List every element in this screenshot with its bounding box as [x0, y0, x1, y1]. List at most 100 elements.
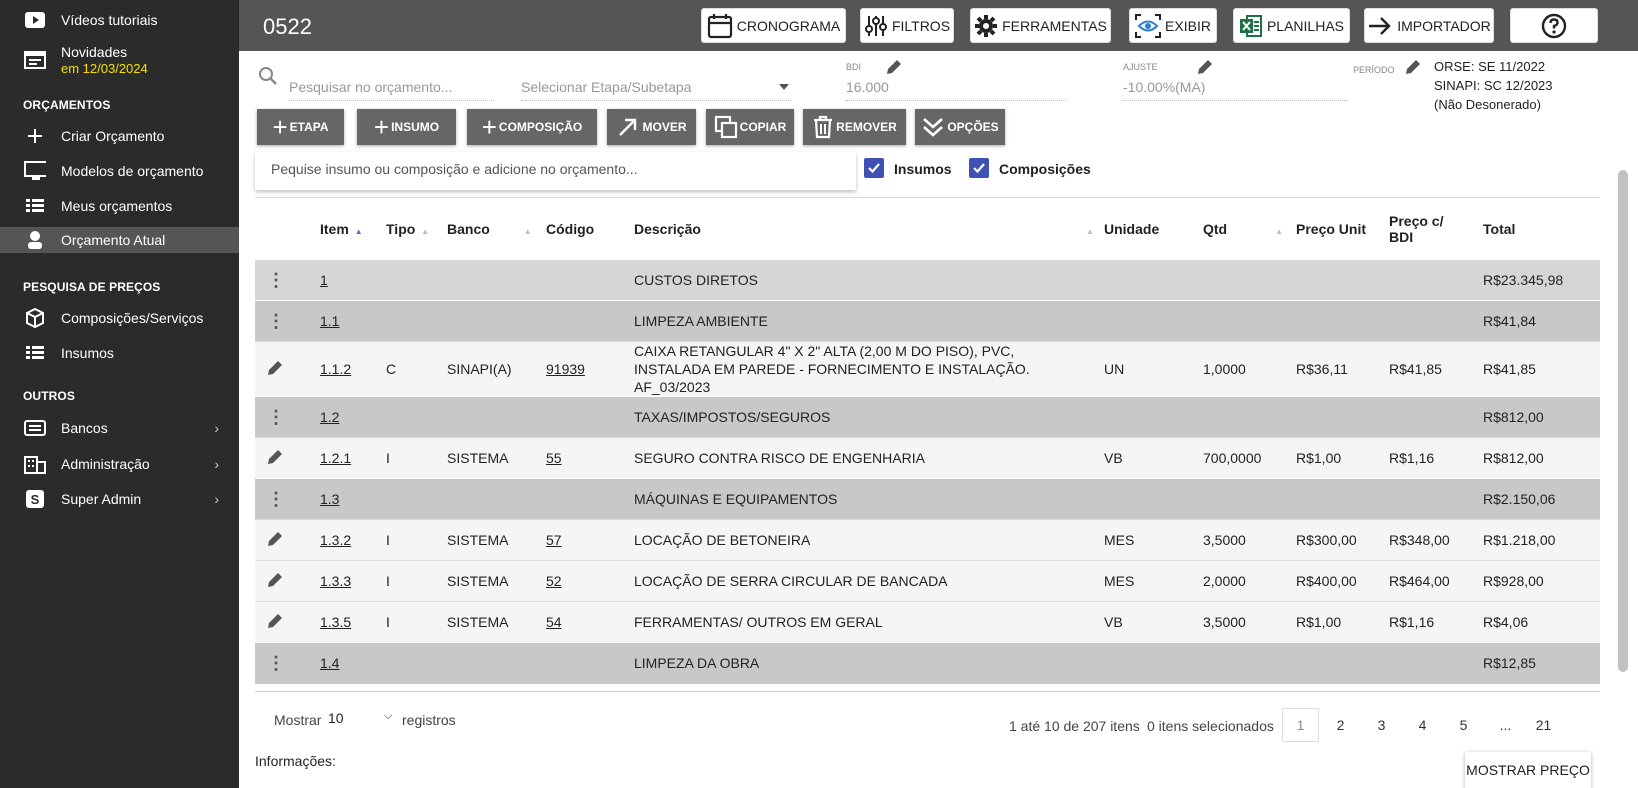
cell-act[interactable]: ⋮ [255, 478, 320, 520]
cell-text[interactable]: 1.1.2 [320, 361, 351, 377]
page-button[interactable]: 1 [1282, 708, 1319, 742]
cell-act[interactable] [255, 560, 320, 602]
page-button[interactable]: 3 [1363, 708, 1400, 742]
more-vert-icon[interactable]: ⋮ [255, 271, 320, 289]
sidebar-item-criar[interactable]: Criar Orçamento [0, 124, 239, 148]
more-vert-icon[interactable]: ⋮ [255, 654, 320, 672]
table-group-row[interactable]: ⋮ 1 CUSTOS DIRETOS R$23.345,98 [255, 259, 1600, 301]
planilhas-button[interactable]: PLANILHAS [1233, 8, 1350, 43]
table-group-row[interactable]: ⋮ 1.1 LIMPEZA AMBIENTE R$41,84 [255, 300, 1600, 342]
cell-text[interactable]: 52 [546, 573, 562, 589]
cell-act[interactable]: ⋮ [255, 396, 320, 438]
table-group-row[interactable]: ⋮ 1.3 MÁQUINAS E EQUIPAMENTOS R$2.150,06 [255, 478, 1600, 520]
header-unidade[interactable]: Unidade [1104, 197, 1203, 260]
header-codigo[interactable]: Código [546, 197, 634, 260]
more-vert-icon[interactable]: ⋮ [255, 312, 320, 330]
cell-act[interactable] [255, 601, 320, 643]
etapa-select[interactable]: Selecionar Etapa/Subetapa [521, 79, 791, 101]
page-button[interactable]: 4 [1404, 708, 1441, 742]
sidebar-item-modelos[interactable]: Modelos de orçamento [0, 159, 239, 183]
edit-icon[interactable] [265, 358, 285, 378]
cell-text[interactable]: 54 [546, 614, 562, 630]
page-button[interactable]: 5 [1445, 708, 1482, 742]
cell-text[interactable]: 1.3.2 [320, 532, 351, 548]
cell-text[interactable]: 57 [546, 532, 562, 548]
more-vert-icon[interactable]: ⋮ [255, 490, 320, 508]
edit-icon[interactable] [265, 611, 285, 631]
edit-bdi-icon[interactable] [884, 57, 904, 77]
bdi-field[interactable]: 16.000 [846, 79, 1066, 101]
header-descricao[interactable]: Descrição ▲ [634, 197, 1104, 260]
cell-act[interactable] [255, 519, 320, 561]
sidebar-item-atual[interactable]: Orçamento Atual [0, 227, 239, 253]
cell-act[interactable]: ⋮ [255, 259, 320, 301]
cell-text[interactable]: 91939 [546, 361, 585, 377]
cell-act[interactable]: ⋮ [255, 300, 320, 342]
ajuste-field[interactable]: -10.00%(MA) [1123, 79, 1347, 101]
cell-text: SEGURO CONTRA RISCO DE ENGENHARIA [634, 450, 925, 466]
header-qtd[interactable]: Qtd ▲ [1203, 197, 1296, 260]
header-banco[interactable]: Banco ▲ [447, 197, 546, 260]
filtros-button[interactable]: FILTROS [860, 8, 954, 43]
page-button[interactable]: 2 [1322, 708, 1359, 742]
header-tipo[interactable]: Tipo ▲ [386, 197, 447, 260]
table-group-row[interactable]: ⋮ 1.4 LIMPEZA DA OBRA R$12,85 [255, 642, 1600, 684]
cell-text[interactable]: 1.1 [320, 313, 339, 329]
edit-periodo-icon[interactable] [1403, 57, 1423, 77]
page-button[interactable]: 21 [1525, 708, 1562, 742]
table-row[interactable]: 1.3.3 I SISTEMA 52 LOCAÇÃO DE SERRA CIRCULAR… [255, 560, 1600, 602]
sidebar-item-bancos[interactable]: Bancos › [0, 416, 239, 440]
sidebar-item-novidades[interactable]: Novidades em 12/03/2024 [0, 42, 239, 78]
mostrar-preco-button[interactable]: MOSTRAR PREÇO [1465, 752, 1591, 788]
add-composicao-button[interactable]: + COMPOSIÇÃO [467, 109, 597, 145]
edit-ajuste-icon[interactable] [1195, 57, 1215, 77]
sidebar-item-composicoes[interactable]: Composições/Serviços [0, 306, 239, 330]
cronograma-button[interactable]: CRONOGRAMA [701, 8, 846, 43]
sidebar-item-meus[interactable]: Meus orçamentos [0, 194, 239, 218]
add-item-search-input[interactable]: Pequise insumo ou composição e adicione … [255, 152, 856, 190]
table-row[interactable]: 1.2.1 I SISTEMA 55 SEGURO CONTRA RISCO DE EN… [255, 437, 1600, 479]
cell-text[interactable]: 1.3.3 [320, 573, 351, 589]
importador-button[interactable]: IMPORTADOR [1364, 8, 1494, 43]
cell-act[interactable] [255, 341, 320, 397]
insumos-checkbox[interactable] [864, 158, 884, 178]
edit-icon[interactable] [265, 529, 285, 549]
sidebar-item-administracao[interactable]: Administração › [0, 452, 239, 476]
copiar-button[interactable]: COPIAR [706, 109, 794, 145]
header-preco-unit[interactable]: Preço Unit [1296, 197, 1389, 260]
search-input[interactable]: Pesquisar no orçamento... [289, 79, 494, 101]
cell-text[interactable]: 1 [320, 272, 328, 288]
composicoes-checkbox[interactable] [969, 158, 989, 178]
cell-act[interactable] [255, 437, 320, 479]
table-row[interactable]: 1.3.5 I SISTEMA 54 FERRAMENTAS/ OUTROS EM GE… [255, 601, 1600, 643]
cell-act[interactable]: ⋮ [255, 642, 320, 684]
cell-text[interactable]: 1.3.5 [320, 614, 351, 630]
add-insumo-button[interactable]: + INSUMO [357, 109, 456, 145]
more-vert-icon[interactable]: ⋮ [255, 408, 320, 426]
opcoes-button[interactable]: OPÇÕES [915, 109, 1005, 145]
mover-button[interactable]: MOVER [607, 109, 696, 145]
cell-text[interactable]: 55 [546, 450, 562, 466]
table-group-row[interactable]: ⋮ 1.2 TAXAS/IMPOSTOS/SEGUROS R$812,00 [255, 396, 1600, 438]
sidebar-item-videos[interactable]: Vídeos tutoriais [0, 8, 239, 32]
add-etapa-button[interactable]: + ETAPA [257, 109, 344, 145]
cell-text[interactable]: 1.4 [320, 655, 339, 671]
remover-button[interactable]: REMOVER [803, 109, 906, 145]
table-row[interactable]: 1.1.2 C SINAPI(A) 91939 CAIXA RETANGULAR 4" … [255, 341, 1600, 397]
page-size-select[interactable]: 10 ⌵ [328, 710, 398, 726]
ferramentas-button[interactable]: FERRAMENTAS [970, 8, 1111, 43]
exibir-button[interactable]: EXIBIR [1129, 8, 1217, 43]
cell-text[interactable]: 1.2.1 [320, 450, 351, 466]
header-preco-bdi[interactable]: Preço c/BDI [1389, 197, 1483, 260]
edit-icon[interactable] [265, 447, 285, 467]
help-button[interactable] [1510, 8, 1598, 43]
edit-icon[interactable] [265, 570, 285, 590]
header-total[interactable]: Total [1483, 197, 1600, 260]
cell-text[interactable]: 1.2 [320, 409, 339, 425]
table-row[interactable]: 1.3.2 I SISTEMA 57 LOCAÇÃO DE BETONEIRA MES 3,… [255, 519, 1600, 561]
sidebar-item-insumos[interactable]: Insumos [0, 341, 239, 365]
vertical-scrollbar[interactable] [1618, 170, 1628, 672]
sidebar-item-superadmin[interactable]: S Super Admin › [0, 487, 239, 511]
header-item[interactable]: Item ▲ [320, 197, 386, 260]
cell-text[interactable]: 1.3 [320, 491, 339, 507]
